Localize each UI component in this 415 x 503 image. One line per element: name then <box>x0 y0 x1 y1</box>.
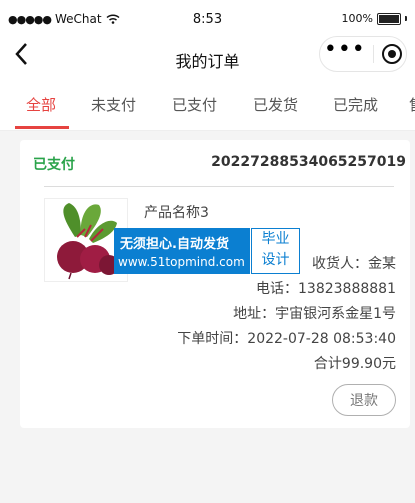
battery-icon <box>377 12 401 25</box>
tab-completed[interactable]: 已完成 <box>333 94 378 115</box>
watermark-box: 毕业 设计 <box>251 228 300 274</box>
order-number: 20227288534065257019 <box>211 154 406 170</box>
status-bar: ●●●●● WeChat 8:53 100% <box>0 0 415 36</box>
order-time-text: 下单时间：2022-07-28 08:53:40 <box>177 331 396 347</box>
address-text: 地址：宇宙银河系金星1号 <box>233 306 396 322</box>
nav-bar: 我的订单 ••• <box>0 36 415 78</box>
active-tab-underline <box>15 126 69 129</box>
more-icon[interactable]: ••• <box>324 39 366 61</box>
receiver-text: 收货人：金某 <box>312 256 396 272</box>
order-card: 已支付 20227288534065257019 产品名称3 收货人：金某 电话… <box>20 140 410 428</box>
watermark-url: www.51topmind.com <box>118 255 245 269</box>
battery-group: 100% <box>342 12 407 25</box>
watermark-box-line1: 毕业 <box>261 231 290 247</box>
close-target-icon[interactable] <box>382 44 403 64</box>
tab-unpaid[interactable]: 未支付 <box>91 94 136 115</box>
tab-shipped[interactable]: 已发货 <box>253 94 298 115</box>
refund-button[interactable]: 退款 <box>332 384 396 416</box>
tab-paid[interactable]: 已支付 <box>172 94 217 115</box>
battery-percent: 100% <box>341 12 373 25</box>
battery-tip <box>405 16 407 21</box>
card-divider <box>44 186 394 187</box>
mini-program-capsule: ••• <box>319 36 407 72</box>
order-tabs: 全部 未支付 已支付 已发货 已完成 售 <box>0 78 415 131</box>
tab-more-clipped[interactable]: 售 <box>409 94 415 115</box>
watermark-slogan: 无须担心.自动发货 <box>120 237 229 252</box>
tab-all[interactable]: 全部 <box>26 94 56 115</box>
product-name: 产品名称3 <box>144 205 209 221</box>
watermark-blue-block: 无须担心.自动发货 www.51topmind.com <box>114 228 250 274</box>
watermark-box-line2: 设计 <box>261 252 290 268</box>
order-status: 已支付 <box>33 157 75 173</box>
watermark-banner: 无须担心.自动发货 www.51topmind.com 毕业 设计 <box>114 228 300 274</box>
order-total: 合计99.90元 <box>313 356 396 372</box>
phone-text: 电话：13823888881 <box>256 281 396 297</box>
capsule-divider <box>373 45 375 63</box>
